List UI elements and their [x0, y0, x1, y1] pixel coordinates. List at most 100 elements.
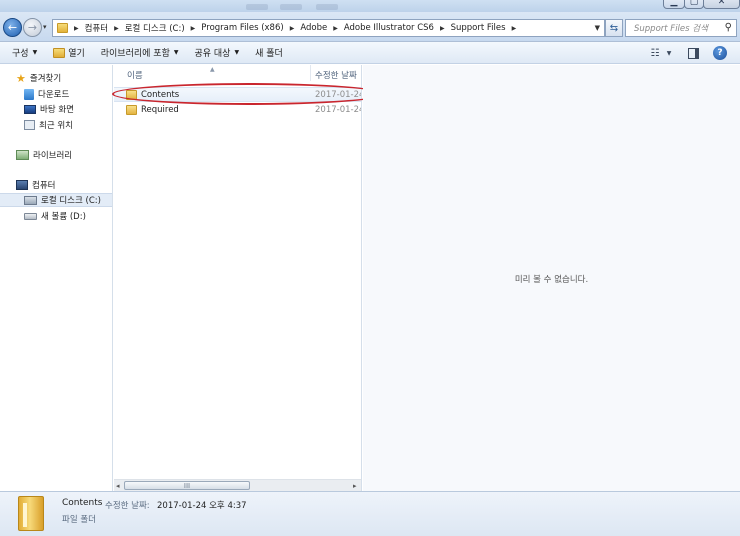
background-blur [316, 4, 338, 10]
drive-icon [24, 212, 37, 220]
arrow-left-icon: ← [7, 21, 18, 34]
address-row: ← → ▾ ▶ 컴퓨터 ▶ 로컬 디스크 (C:) ▶ Program File… [0, 12, 740, 42]
preview-pane-button[interactable] [687, 45, 700, 61]
arrow-right-icon: → [27, 21, 38, 34]
chevron-right-icon[interactable]: ▶ [333, 25, 338, 32]
folder-open-icon [53, 47, 66, 58]
computer-icon [16, 180, 28, 190]
file-list: ▲ 이름 수정한 날짜 Contents 2017-01-24 Required… [114, 65, 362, 491]
address-bar[interactable]: ▶ 컴퓨터 ▶ 로컬 디스크 (C:) ▶ Program Files (x86… [52, 19, 605, 37]
nav-downloads[interactable]: 다운로드 [24, 87, 69, 101]
organize-label: 구성 [12, 49, 29, 59]
libraries-icon [16, 150, 29, 160]
downloads-icon [24, 88, 34, 100]
details-pane: Contents 수정한 날짜: 2017-01-24 오후 4:37 파일 폴… [0, 491, 740, 536]
nav-favorites[interactable]: ★ 즐겨찾기 [16, 71, 61, 85]
caret-down-icon: ▼ [32, 49, 38, 56]
search-icon[interactable]: ⚲ [725, 22, 732, 33]
details-name: Contents [62, 498, 103, 508]
chevron-right-icon[interactable]: ▶ [191, 25, 196, 32]
share-with-label: 공유 대상 [194, 49, 231, 59]
details-modified-label: 수정한 날짜: [105, 501, 150, 511]
file-date: 2017-01-24 [315, 104, 361, 115]
chevron-right-icon[interactable]: ▶ [290, 25, 295, 32]
nav-favorites-label: 즐겨찾기 [29, 74, 62, 84]
column-divider[interactable] [310, 65, 311, 81]
preview-pane-icon [688, 47, 699, 59]
desktop-icon [24, 104, 36, 114]
details-modified-value: 2017-01-24 오후 4:37 [157, 501, 247, 511]
nav-recent-places[interactable]: 최근 위치 [24, 118, 73, 132]
preview-message: 미리 볼 수 없습니다. [514, 275, 589, 285]
preview-pane: 미리 볼 수 없습니다. [363, 65, 740, 491]
include-in-library-button[interactable]: 라이브러리에 포함 ▼ [93, 44, 187, 62]
include-library-label: 라이브러리에 포함 [100, 49, 170, 59]
view-dropdown-icon[interactable]: ▼ [664, 45, 674, 61]
refresh-button[interactable]: ⇆ [605, 19, 623, 37]
back-button[interactable]: ← [3, 18, 22, 37]
nav-libraries-label: 라이브러리 [33, 151, 73, 161]
new-folder-button[interactable]: 새 폴더 [247, 44, 291, 62]
nav-desktop-label: 바탕 화면 [40, 105, 74, 115]
nav-computer-label: 컴퓨터 [32, 181, 56, 191]
nav-libraries[interactable]: 라이브러리 [16, 148, 72, 162]
command-bar: 구성 ▼ 열기 라이브러리에 포함 ▼ 공유 대상 ▼ 새 폴더 ☷ ▼ ? [0, 42, 740, 64]
nav-recent-label: 최근 위치 [39, 121, 73, 131]
nav-desktop[interactable]: 바탕 화면 [24, 102, 74, 116]
background-blur [246, 4, 268, 10]
search-placeholder: Support Files 검색 [634, 24, 708, 34]
close-button[interactable]: ✕ [703, 0, 740, 9]
breadcrumb-item-illustrator[interactable]: Adobe Illustrator CS6 [344, 23, 434, 33]
caret-down-icon: ▼ [173, 49, 179, 56]
sort-arrow-icon: ▲ [210, 66, 215, 73]
nav-new-volume-label: 새 볼륨 (D:) [41, 212, 86, 222]
column-header-date[interactable]: 수정한 날짜 [315, 69, 357, 81]
scroll-left-arrow[interactable]: ◂ [116, 482, 120, 490]
caret-down-icon: ▼ [234, 49, 240, 56]
chevron-right-icon: ▶ [74, 24, 79, 32]
organize-button[interactable]: 구성 ▼ [4, 44, 45, 62]
highlight-ellipse [112, 83, 385, 105]
open-label: 열기 [68, 49, 85, 59]
chevron-right-icon[interactable]: ▶ [512, 25, 517, 32]
star-icon: ★ [16, 71, 26, 85]
breadcrumb-item-local-disk[interactable]: 로컬 디스크 (C:) [125, 22, 185, 34]
new-folder-label: 새 폴더 [255, 49, 283, 59]
breadcrumb-item-support-files[interactable]: Support Files [451, 23, 506, 33]
details-type: 파일 폴더 [62, 515, 96, 525]
navigation-pane: ★ 즐겨찾기 다운로드 바탕 화면 최근 위치 라이브러리 컴퓨터 로컬 디스크 … [0, 65, 113, 491]
drive-icon [24, 195, 37, 205]
address-history-dropdown[interactable]: ▼ [595, 24, 600, 32]
scrollbar-thumb[interactable]: III [124, 481, 250, 490]
breadcrumb-item-program-files[interactable]: Program Files (x86) [201, 23, 283, 33]
nav-downloads-label: 다운로드 [38, 90, 70, 100]
recent-places-icon [24, 120, 35, 130]
horizontal-scrollbar[interactable]: ◂ III ▸ [114, 479, 361, 491]
background-blur [280, 4, 302, 10]
chevron-right-icon[interactable]: ▶ [440, 25, 445, 32]
folder-icon [18, 496, 44, 531]
column-header-name[interactable]: 이름 [127, 69, 143, 81]
folder-icon [126, 104, 137, 115]
recent-pages-dropdown[interactable]: ▾ [43, 23, 47, 31]
minimize-button[interactable]: ▁ [663, 0, 685, 9]
breadcrumb-item-adobe[interactable]: Adobe [300, 23, 327, 33]
maximize-button[interactable]: ▢ [684, 0, 704, 9]
forward-button[interactable]: → [23, 18, 42, 37]
nav-local-disk-label: 로컬 디스크 (C:) [41, 196, 101, 206]
open-button[interactable]: 열기 [45, 44, 93, 62]
help-button[interactable]: ? [713, 46, 727, 60]
chevron-right-icon[interactable]: ▶ [114, 25, 119, 32]
search-input[interactable]: Support Files 검색 ⚲ [625, 19, 737, 37]
file-name: Required [141, 104, 179, 115]
breadcrumb: ▶ 컴퓨터 ▶ 로컬 디스크 (C:) ▶ Program Files (x86… [68, 22, 522, 34]
nav-local-disk-c[interactable]: 로컬 디스크 (C:) [0, 193, 112, 207]
folder-icon [57, 23, 68, 33]
share-with-button[interactable]: 공유 대상 ▼ [186, 44, 247, 62]
view-options-icon[interactable]: ☷ [648, 45, 662, 61]
nav-computer[interactable]: 컴퓨터 [16, 178, 55, 192]
title-bar: ▁ ▢ ✕ [0, 0, 740, 12]
breadcrumb-item-computer[interactable]: 컴퓨터 [85, 22, 108, 34]
nav-new-volume-d[interactable]: 새 볼륨 (D:) [24, 209, 86, 223]
scroll-right-arrow[interactable]: ▸ [353, 482, 357, 490]
